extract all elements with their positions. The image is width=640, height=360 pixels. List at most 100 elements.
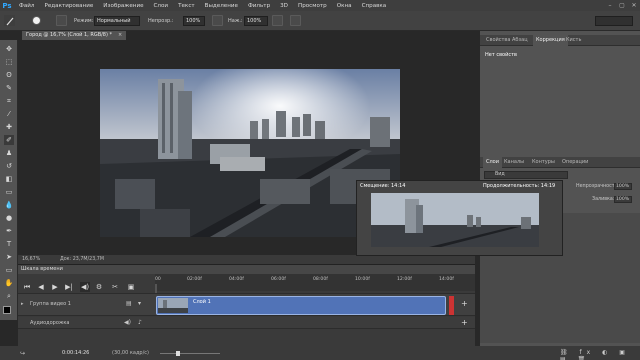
split-icon[interactable]: ✂	[110, 282, 120, 292]
play-icon[interactable]: ▶	[50, 282, 60, 292]
hand-tool-icon[interactable]: ✋	[4, 278, 14, 288]
render-video-icon[interactable]: ↪	[20, 350, 25, 357]
offset-label: Смещение: 14:14	[360, 183, 406, 189]
layer-kind-filter[interactable]: Вид	[484, 171, 568, 179]
audio-track-label: Аудиодорожка	[30, 320, 70, 326]
pressure-opacity-icon[interactable]	[212, 15, 223, 26]
tab-paths[interactable]: Контуры	[532, 157, 555, 168]
menu-layer[interactable]: Слои	[149, 3, 174, 9]
layer-opacity-input[interactable]: 100%	[614, 183, 632, 190]
timeline-header: Шкала времени	[18, 265, 475, 274]
zoom-level[interactable]: 16,67%	[22, 257, 40, 262]
tab-brush[interactable]: Кисть	[566, 35, 581, 46]
stamp-tool-icon[interactable]: ♟	[4, 148, 14, 158]
film-icon[interactable]: ▤	[126, 300, 132, 307]
pressure-input[interactable]: 100%	[244, 16, 268, 26]
mode-label: Режим:	[74, 18, 94, 24]
opacity-input[interactable]: 100%	[183, 16, 205, 26]
document-info[interactable]: Док: 23,7М/23,7М	[60, 257, 104, 262]
audio-toggle-icon[interactable]: ◀)	[80, 282, 90, 292]
move-tool-icon[interactable]: ✥	[4, 44, 14, 54]
tab-actions[interactable]: Операции	[562, 157, 588, 168]
menu-edit[interactable]: Редактирование	[39, 3, 98, 9]
duration-label: Продолжительность: 14:19	[483, 183, 556, 189]
menu-select[interactable]: Выделение	[200, 3, 243, 9]
menu-bar: Ps Файл Редактирование Изображение Слои …	[0, 0, 640, 11]
quick-select-tool-icon[interactable]: ✎	[4, 83, 14, 93]
video-clip[interactable]: Слой 1	[156, 296, 446, 315]
brush-panel-icon[interactable]	[56, 15, 67, 26]
work-area-end-handle[interactable]	[449, 296, 454, 315]
audio-track: Аудиодорожка ◀) ♪ +	[18, 317, 475, 329]
transition-icon[interactable]: ▣	[126, 282, 136, 292]
menu-window[interactable]: Окна	[332, 3, 357, 9]
close-window-icon[interactable]: ✕	[628, 0, 640, 11]
video-group-expand-icon[interactable]: ▸	[21, 301, 24, 307]
airbrush-icon[interactable]	[272, 15, 283, 26]
pen-tool-icon[interactable]: ✒	[4, 226, 14, 236]
menu-file[interactable]: Файл	[14, 3, 39, 9]
crop-tool-icon[interactable]: ⌗	[4, 96, 14, 106]
shape-tool-icon[interactable]: ▭	[4, 265, 14, 275]
tab-channels[interactable]: Каналы	[504, 157, 524, 168]
close-tab-icon[interactable]: ×	[118, 31, 122, 40]
pressure-size-icon[interactable]	[290, 15, 301, 26]
gradient-tool-icon[interactable]: ▭	[4, 187, 14, 197]
maximize-icon[interactable]: ▢	[616, 0, 628, 11]
ruler-tick: 12:00f	[397, 277, 412, 282]
prev-frame-icon[interactable]: ◀	[36, 282, 46, 292]
audio-note-icon[interactable]: ♪	[138, 319, 142, 326]
menu-image[interactable]: Изображение	[98, 3, 148, 9]
ruler-tick: 02:00f	[187, 277, 202, 282]
type-tool-icon[interactable]: T	[4, 239, 14, 249]
ruler-tick: 04:00f	[229, 277, 244, 282]
video-group-menu-icon[interactable]: ▾	[138, 300, 141, 307]
next-frame-icon[interactable]: ▶|	[64, 282, 74, 292]
blur-tool-icon[interactable]: 💧	[4, 200, 14, 210]
brush-size-icon[interactable]	[32, 16, 41, 25]
panel-footer-icons[interactable]: ⛓ fx ◐ ▣ ▤ 🗑	[560, 349, 640, 360]
tools-panel: ✥ ⬚ ʘ ✎ ⌗ ⁄ ✚ ✐ ♟ ↺ ◧ ▭ 💧 ● ✒ T ➤ ▭ ✋ ⌕	[0, 40, 18, 320]
dodge-tool-icon[interactable]: ●	[4, 213, 14, 223]
marquee-tool-icon[interactable]: ⬚	[4, 57, 14, 67]
tab-paragraph[interactable]: Абзац	[512, 35, 528, 46]
menu-help[interactable]: Справка	[357, 3, 392, 9]
settings-icon[interactable]: ⚙	[94, 282, 104, 292]
healing-tool-icon[interactable]: ✚	[4, 122, 14, 132]
path-select-tool-icon[interactable]: ➤	[4, 252, 14, 262]
zoom-slider-track[interactable]	[160, 353, 220, 354]
ruler-tick: 06:00f	[271, 277, 286, 282]
minimize-icon[interactable]: –	[604, 0, 616, 11]
eraser-tool-icon[interactable]: ◧	[4, 174, 14, 184]
layer-fill-input[interactable]: 100%	[614, 196, 632, 203]
menu-3d[interactable]: 3D	[275, 3, 293, 9]
tab-adjustments[interactable]: Коррекция	[533, 35, 568, 46]
history-brush-tool-icon[interactable]: ↺	[4, 161, 14, 171]
mode-select[interactable]: Нормальный	[94, 16, 140, 26]
tab-layers[interactable]: Слои	[483, 157, 502, 168]
add-media-icon[interactable]: +	[461, 299, 468, 308]
eyedropper-tool-icon[interactable]: ⁄	[4, 109, 14, 119]
timeline-ruler[interactable]: 00 02:00f 04:00f 06:00f 08:00f 10:00f 12…	[155, 274, 475, 291]
brush-tool-icon[interactable]: ✐	[4, 135, 14, 145]
menu-filter[interactable]: Фильтр	[243, 3, 275, 9]
zoom-slider-thumb[interactable]	[176, 351, 180, 356]
zoom-tool-icon[interactable]: ⌕	[4, 291, 14, 301]
document-tab[interactable]: Город @ 16,7% (Слой 1, RGB/8) * ×	[22, 31, 126, 40]
menu-view[interactable]: Просмотр	[293, 3, 332, 9]
first-frame-icon[interactable]: ⏮	[22, 282, 32, 292]
ruler-tick: 14:00f	[439, 277, 454, 282]
audio-mute-icon[interactable]: ◀)	[124, 319, 131, 326]
city-photo-canvas[interactable]	[100, 69, 400, 237]
properties-empty-title: Нет свойств	[485, 52, 517, 58]
pressure-label: Наж.:	[228, 18, 243, 24]
brush-preset-icon[interactable]	[4, 15, 15, 26]
menu-type[interactable]: Текст	[173, 3, 200, 9]
lasso-tool-icon[interactable]: ʘ	[4, 70, 14, 80]
workspace-select[interactable]	[595, 16, 633, 26]
tab-properties[interactable]: Свойства	[486, 35, 510, 46]
add-audio-icon[interactable]: +	[461, 318, 468, 327]
layers-tab-bar: Слои Каналы Контуры Операции	[480, 157, 640, 168]
foreground-color-swatch[interactable]	[3, 306, 11, 314]
playhead-handle[interactable]	[155, 284, 157, 293]
